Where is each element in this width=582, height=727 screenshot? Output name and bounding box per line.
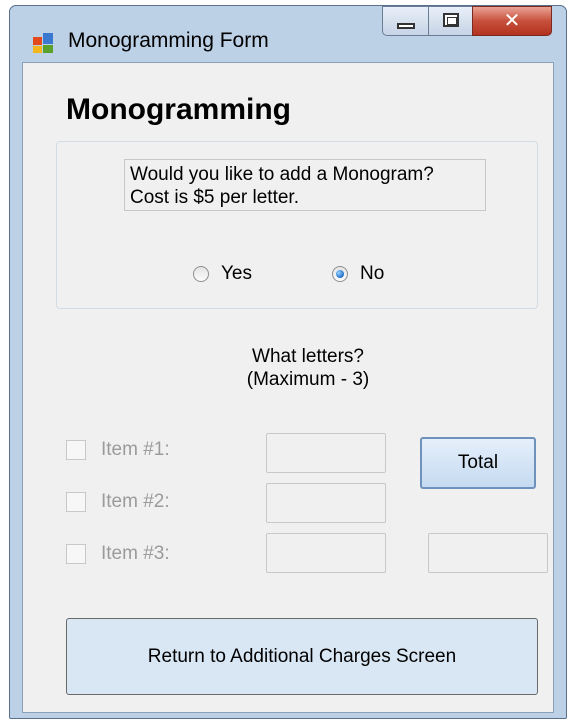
letters-prompt-line-2: (Maximum - 3) xyxy=(246,369,370,390)
close-icon: ✕ xyxy=(503,8,521,32)
item-1-label: Item #1: xyxy=(101,439,170,460)
item-2-checkbox-box[interactable] xyxy=(66,492,86,512)
monogram-question: Would you like to add a Monogram? Cost i… xyxy=(124,159,486,211)
letters-prompt: What letters? (Maximum - 3) xyxy=(163,345,453,391)
total-button[interactable]: Total xyxy=(420,437,536,489)
radio-yes-label: Yes xyxy=(221,263,252,284)
window: Monogramming Form ✕ Monogramming Would y… xyxy=(9,5,567,719)
radio-yes[interactable]: Yes xyxy=(193,263,252,285)
maximize-icon xyxy=(443,13,459,27)
return-button[interactable]: Return to Additional Charges Screen xyxy=(66,618,538,695)
item-3-input[interactable] xyxy=(266,533,386,573)
item-2-input[interactable] xyxy=(266,483,386,523)
minimize-button[interactable] xyxy=(382,6,428,36)
item-2-label: Item #2: xyxy=(101,491,170,512)
window-controls: ✕ xyxy=(382,6,552,36)
radio-no-label: No xyxy=(360,263,385,284)
item-3-checkbox-box[interactable] xyxy=(66,544,86,564)
maximize-button[interactable] xyxy=(428,6,472,36)
item-1-input[interactable] xyxy=(266,433,386,473)
item-1-checkbox[interactable]: Item #1: xyxy=(66,439,170,461)
close-button[interactable]: ✕ xyxy=(472,6,552,36)
letters-prompt-line-1: What letters? xyxy=(252,346,364,367)
radio-no[interactable]: No xyxy=(332,263,384,285)
minimize-icon xyxy=(397,23,415,29)
item-3-checkbox[interactable]: Item #3: xyxy=(66,543,170,565)
radio-yes-circle[interactable] xyxy=(193,266,209,282)
question-line-1: Would you like to add a Monogram? xyxy=(130,164,434,185)
windows-form-icon xyxy=(33,33,53,53)
form-heading: Monogramming xyxy=(66,93,291,126)
form-client-area: Monogramming Would you like to add a Mon… xyxy=(22,62,554,713)
total-output xyxy=(428,533,548,573)
question-line-2: Cost is $5 per letter. xyxy=(130,187,299,208)
item-2-checkbox[interactable]: Item #2: xyxy=(66,491,170,513)
radio-no-circle[interactable] xyxy=(332,266,348,282)
item-1-checkbox-box[interactable] xyxy=(66,440,86,460)
window-title: Monogramming Form xyxy=(68,29,269,52)
item-3-label: Item #3: xyxy=(101,543,170,564)
title-bar[interactable]: Monogramming Form ✕ xyxy=(10,6,566,56)
